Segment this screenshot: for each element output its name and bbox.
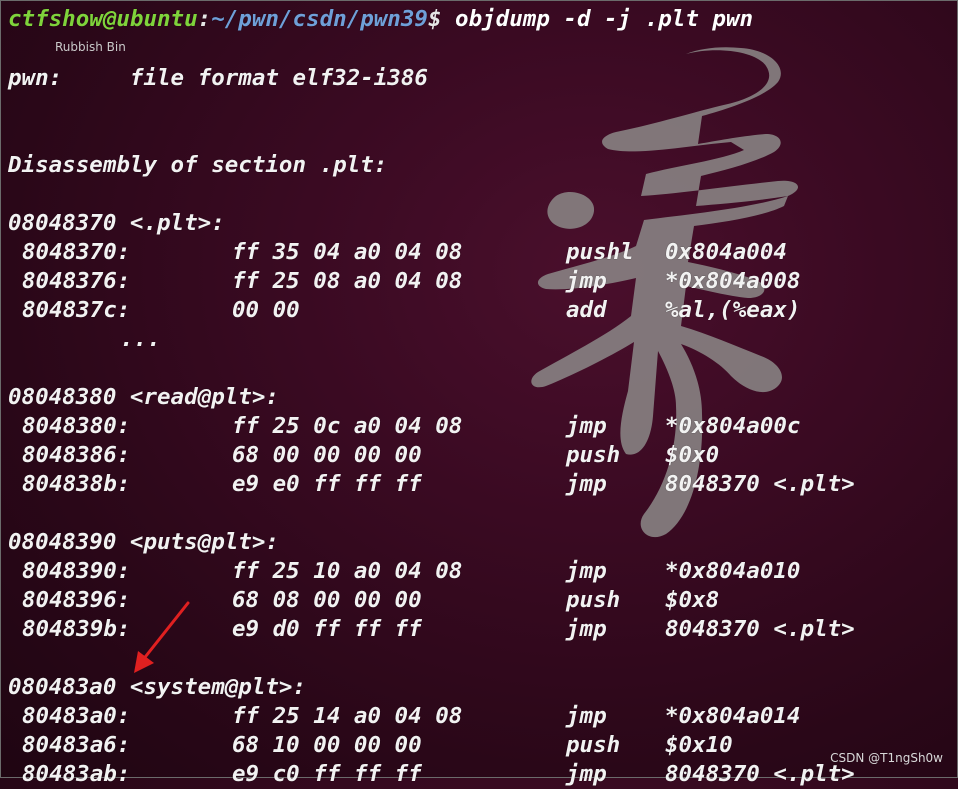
asm-address: 80483a6: — [22, 732, 131, 758]
asm-bytes: e9 c0 ff ff ff — [232, 761, 422, 787]
asm-bytes: 68 10 00 00 00 — [232, 732, 422, 758]
asm-operand: $0x0 — [665, 442, 720, 468]
asm-opcode: add — [566, 297, 607, 323]
asm-bytes: 68 00 00 00 00 — [232, 442, 422, 468]
asm-bytes: e9 d0 ff ff ff — [232, 616, 422, 642]
asm-opcode: jmp — [566, 268, 607, 294]
plt-header: 08048370 <.plt>: — [8, 210, 225, 236]
asm-address: 804839b: — [22, 616, 131, 642]
asm-operand: $0x10 — [665, 732, 733, 758]
asm-bytes: ff 35 04 a0 04 08 — [232, 239, 463, 265]
asm-opcode: jmp — [566, 703, 607, 729]
asm-opcode: push — [566, 587, 621, 613]
asm-operand: %al,(%eax) — [665, 297, 801, 323]
asm-address: 8048380: — [22, 413, 131, 439]
file-format-line: pwn: file format elf32-i386 — [8, 65, 428, 91]
prompt-user-host: ctfshow@ubuntu — [8, 6, 198, 32]
asm-operand: $0x8 — [665, 587, 720, 613]
asm-opcode: jmp — [566, 558, 607, 584]
prompt-line: ctfshow@ubuntu:~/pwn/csdn/pwn39$ objdump… — [8, 6, 754, 32]
asm-operand: *0x804a010 — [665, 558, 801, 584]
asm-ellipsis: ... — [120, 326, 161, 352]
asm-bytes: e9 e0 ff ff ff — [232, 471, 422, 497]
asm-opcode: jmp — [566, 413, 607, 439]
asm-opcode: jmp — [566, 616, 607, 642]
puts-plt-header: 08048390 <puts@plt>: — [8, 529, 279, 555]
asm-address: 8048386: — [22, 442, 131, 468]
asm-address: 8048390: — [22, 558, 131, 584]
asm-operand: 0x804a004 — [665, 239, 787, 265]
csdn-watermark: CSDN @T1ngSh0w — [830, 751, 943, 765]
red-arrow-annotation-icon — [134, 601, 190, 673]
asm-bytes: ff 25 0c a0 04 08 — [232, 413, 463, 439]
terminal-window[interactable]: ctfshow@ubuntu:~/pwn/csdn/pwn39$ objdump… — [0, 0, 958, 787]
prompt-symbol: $ — [427, 6, 442, 32]
command-text: objdump -d -j .plt pwn — [441, 6, 754, 32]
asm-operand: *0x804a00c — [665, 413, 801, 439]
asm-opcode: jmp — [566, 761, 607, 787]
asm-bytes: ff 25 08 a0 04 08 — [232, 268, 463, 294]
asm-operand: *0x804a014 — [665, 703, 801, 729]
asm-bytes: ff 25 10 a0 04 08 — [232, 558, 463, 584]
asm-address: 804837c: — [22, 297, 131, 323]
asm-address: 8048376: — [22, 268, 131, 294]
asm-address: 804838b: — [22, 471, 131, 497]
section-heading: Disassembly of section .plt: — [8, 152, 388, 178]
asm-bytes: ff 25 14 a0 04 08 — [232, 703, 463, 729]
asm-address: 8048396: — [22, 587, 131, 613]
asm-opcode: pushl — [566, 239, 634, 265]
asm-operand: 8048370 <.plt> — [665, 761, 855, 787]
asm-opcode: push — [566, 732, 621, 758]
asm-operand: 8048370 <.plt> — [665, 471, 855, 497]
asm-bytes: 00 00 — [232, 297, 300, 323]
asm-opcode: push — [566, 442, 621, 468]
asm-address: 80483a0: — [22, 703, 131, 729]
asm-bytes: 68 08 00 00 00 — [232, 587, 422, 613]
asm-address: 8048370: — [22, 239, 131, 265]
asm-operand: 8048370 <.plt> — [665, 616, 855, 642]
read-plt-header: 08048380 <read@plt>: — [8, 384, 279, 410]
asm-operand: *0x804a008 — [665, 268, 801, 294]
asm-opcode: jmp — [566, 471, 607, 497]
asm-address: 80483ab: — [22, 761, 131, 787]
rubbish-bin-label[interactable]: Rubbish Bin — [55, 40, 126, 54]
prompt-path: ~/pwn/csdn/pwn39 — [211, 6, 428, 32]
